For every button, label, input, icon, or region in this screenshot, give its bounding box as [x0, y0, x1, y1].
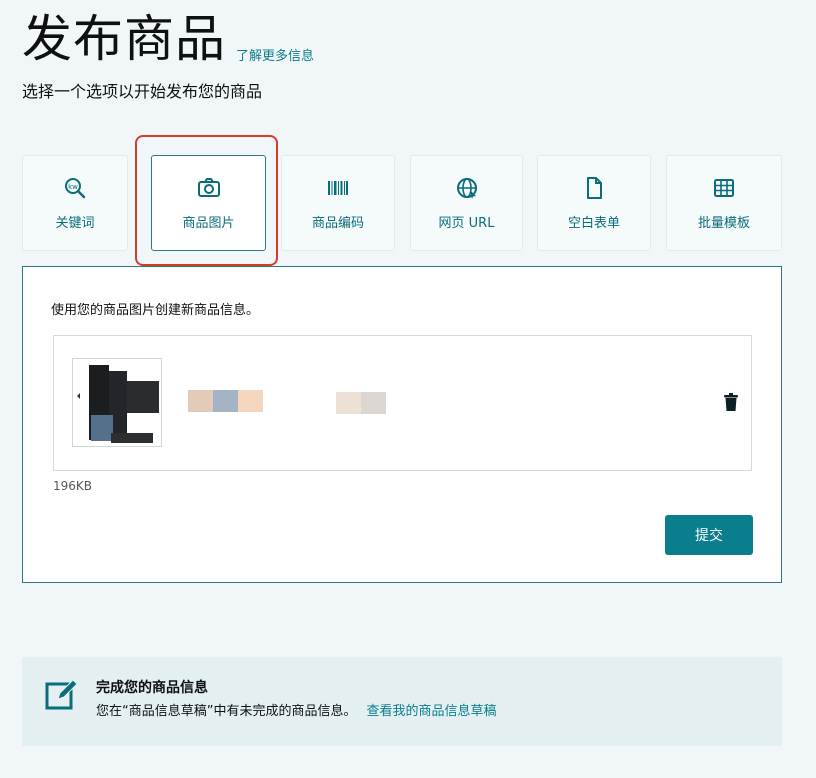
option-label: 空白表单	[567, 215, 620, 231]
globe-icon	[455, 176, 479, 200]
file-name-redacted	[188, 390, 263, 412]
option-label: 网页 URL	[438, 215, 495, 231]
view-drafts-link[interactable]: 查看我的商品信息草稿	[366, 704, 496, 719]
draft-notice: 完成您的商品信息 您在“商品信息草稿”中有未完成的商品信息。 查看我的商品信息草稿	[22, 657, 782, 746]
draft-message-text: 您在“商品信息草稿”中有未完成的商品信息。	[96, 704, 357, 719]
option-label: 关键词	[55, 215, 95, 231]
trash-icon[interactable]	[724, 393, 738, 411]
uploaded-file-row	[53, 335, 752, 471]
page-subtitle: 选择一个选项以开始发布您的商品	[22, 82, 263, 101]
option-web-url[interactable]: 网页 URL	[410, 155, 523, 251]
barcode-icon	[326, 176, 350, 200]
spreadsheet-icon	[712, 176, 736, 200]
listing-options: kw 关键词 商品图片 商品编码 网页 URL 空白表单 批量模板	[22, 155, 782, 251]
camera-icon	[197, 176, 221, 200]
option-bulk-template[interactable]: 批量模板	[666, 155, 782, 251]
file-type-redacted	[336, 392, 386, 414]
draft-title: 完成您的商品信息	[96, 680, 208, 696]
file-size: 196KB	[53, 479, 93, 493]
learn-more-link[interactable]: 了解更多信息	[236, 45, 314, 64]
option-label: 批量模板	[697, 215, 750, 231]
option-product-code[interactable]: 商品编码	[281, 155, 395, 251]
option-label: 商品图片	[182, 215, 235, 231]
submit-button[interactable]: 提交	[665, 515, 753, 555]
option-blank-form[interactable]: 空白表单	[537, 155, 651, 251]
option-product-image[interactable]: 商品图片	[151, 155, 266, 251]
option-label: 商品编码	[311, 215, 364, 231]
product-image-thumbnail[interactable]	[72, 358, 162, 447]
document-icon	[582, 176, 606, 200]
image-upload-panel: 使用您的商品图片创建新商品信息。 196KB 提交	[22, 266, 782, 583]
edit-icon	[44, 677, 78, 711]
draft-message: 您在“商品信息草稿”中有未完成的商品信息。 查看我的商品信息草稿	[96, 700, 497, 719]
page-header: 发布商品 了解更多信息	[22, 6, 314, 72]
svg-text:kw: kw	[68, 183, 78, 191]
keyword-search-icon: kw	[63, 176, 87, 200]
page-title: 发布商品	[22, 10, 226, 68]
option-keyword[interactable]: kw 关键词	[22, 155, 128, 251]
panel-description: 使用您的商品图片创建新商品信息。	[51, 303, 260, 318]
